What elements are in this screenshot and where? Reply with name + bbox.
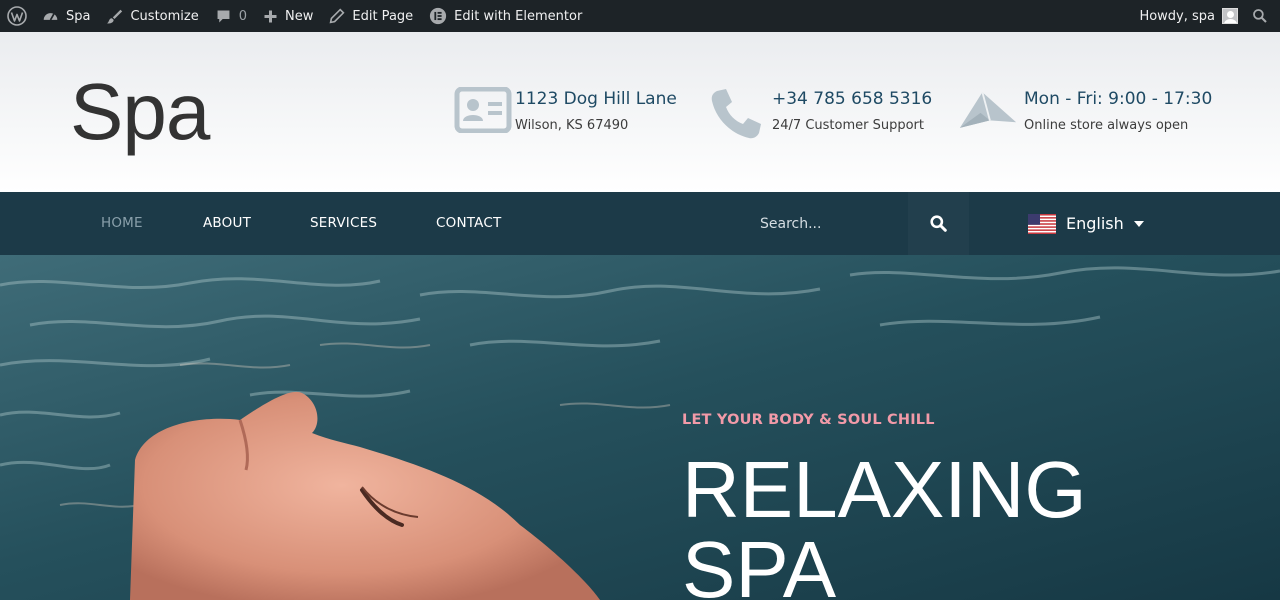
my-account-menu[interactable]: Howdy, spa	[1131, 0, 1246, 32]
comments-count: 0	[238, 8, 248, 24]
wordpress-icon	[7, 6, 27, 26]
site-name-label: Spa	[66, 8, 91, 24]
hero-tagline: LET YOUR BODY & SOUL CHILL	[682, 412, 935, 428]
edit-page-label: Edit Page	[352, 8, 414, 24]
phone-support: 24/7 Customer Support	[772, 118, 924, 133]
us-flag-icon	[1028, 213, 1056, 234]
wp-admin-bar: Spa Customize 0 New Edit Page Edit with …	[0, 0, 1280, 32]
hero-background-image	[0, 255, 1280, 600]
search-button[interactable]	[908, 192, 969, 255]
admin-search-button[interactable]	[1246, 0, 1280, 32]
paper-plane-icon	[958, 87, 1018, 141]
new-label: New	[285, 8, 314, 24]
hero-headline-line2: SPA	[682, 525, 837, 600]
wordpress-logo-button[interactable]	[0, 0, 34, 32]
edit-elementor-label: Edit with Elementor	[454, 8, 583, 24]
nav-item-home[interactable]: HOME	[101, 192, 143, 255]
plus-icon	[263, 9, 278, 24]
comment-icon	[215, 8, 232, 25]
comments-button[interactable]: 0	[207, 0, 255, 32]
main-nav: HOME ABOUT SERVICES CONTACT English	[0, 192, 1280, 255]
nav-item-contact[interactable]: CONTACT	[436, 192, 501, 255]
phone-icon	[706, 87, 766, 141]
address-line1: 1123 Dog Hill Lane	[515, 89, 677, 109]
phone-info: +34 785 658 5316 24/7 Customer Support	[706, 87, 932, 141]
language-label: English	[1066, 214, 1124, 233]
site-title[interactable]: Spa	[70, 67, 210, 157]
brush-icon	[106, 8, 123, 25]
nav-item-about[interactable]: ABOUT	[203, 192, 251, 255]
language-switcher[interactable]: English	[1028, 192, 1144, 255]
site-header: Spa 1123 Dog Hill Lane Wilson, KS 67490 …	[0, 32, 1280, 192]
address-info: 1123 Dog Hill Lane Wilson, KS 67490	[453, 87, 677, 141]
phone-number[interactable]: +34 785 658 5316	[772, 87, 932, 111]
store-status: Online store always open	[1024, 118, 1189, 133]
elementor-icon	[429, 7, 447, 25]
hero-section: LET YOUR BODY & SOUL CHILL RELAXING SPA	[0, 255, 1280, 600]
search-input[interactable]	[748, 192, 908, 255]
edit-page-button[interactable]: Edit Page	[321, 0, 421, 32]
customize-label: Customize	[130, 8, 199, 24]
chevron-down-icon	[1133, 220, 1144, 227]
id-card-icon	[453, 87, 513, 141]
howdy-label: Howdy, spa	[1139, 8, 1215, 24]
avatar	[1222, 8, 1238, 24]
pencil-icon	[329, 8, 345, 24]
hero-headline: RELAXING SPA	[682, 450, 1087, 600]
edit-elementor-button[interactable]: Edit with Elementor	[421, 0, 590, 32]
search-icon	[930, 215, 947, 232]
address-line2: Wilson, KS 67490	[515, 118, 629, 133]
new-content-button[interactable]: New	[255, 0, 321, 32]
site-name-menu[interactable]: Spa	[34, 0, 98, 32]
dashboard-icon	[42, 8, 59, 25]
hours-text: Mon - Fri: 9:00 - 17:30	[1024, 89, 1213, 109]
nav-item-services[interactable]: SERVICES	[310, 192, 377, 255]
customize-button[interactable]: Customize	[98, 0, 206, 32]
hero-headline-line1: RELAXING	[682, 445, 1087, 534]
hours-info: Mon - Fri: 9:00 - 17:30 Online store alw…	[958, 87, 1212, 141]
search-icon	[1253, 9, 1267, 23]
